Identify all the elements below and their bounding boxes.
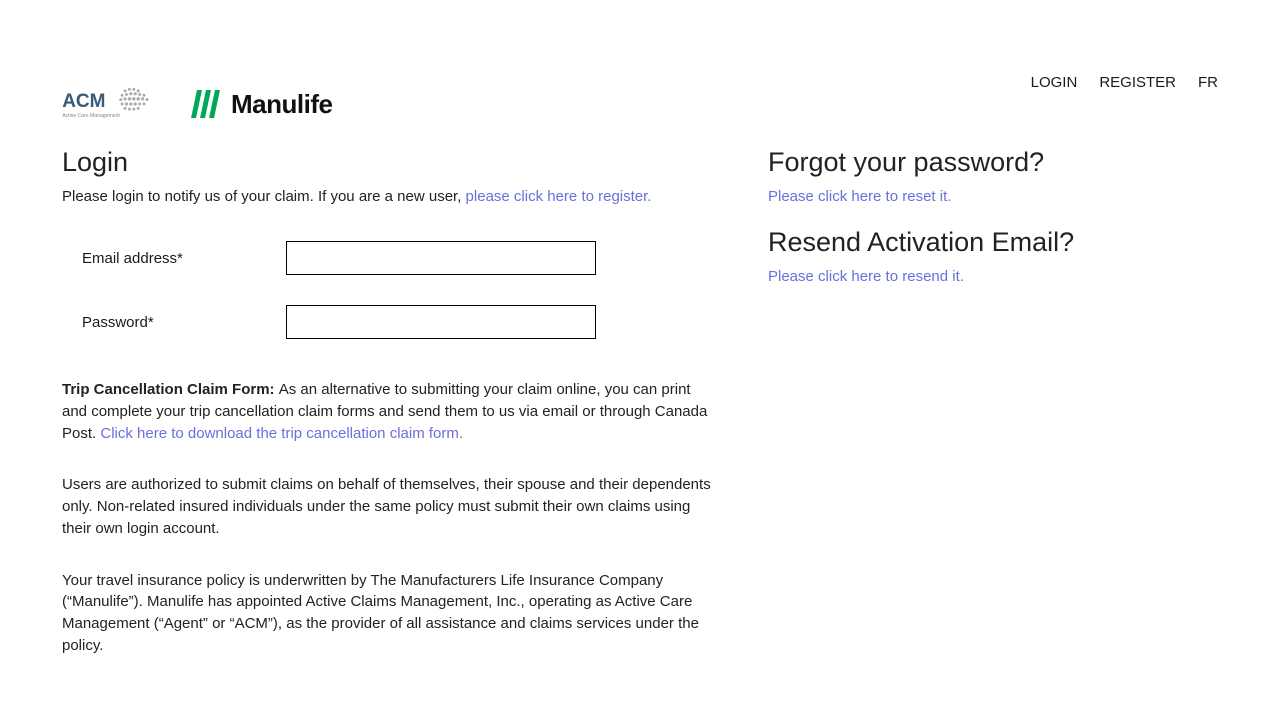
manulife-logo: Manulife — [194, 89, 332, 120]
password-row: Password* — [62, 305, 712, 339]
manulife-wordmark: Manulife — [231, 89, 332, 120]
login-intro-text: Please login to notify us of your claim.… — [62, 188, 466, 205]
svg-text:ACM: ACM — [62, 91, 105, 112]
email-label: Email address* — [62, 250, 286, 267]
trip-cancellation-paragraph: Trip Cancellation Claim Form: As an alte… — [62, 379, 712, 444]
login-heading: Login — [62, 147, 712, 178]
password-input[interactable] — [286, 305, 596, 339]
resend-activation-link[interactable]: Please click here to resend it. — [768, 268, 964, 285]
authorization-paragraph: Users are authorized to submit claims on… — [62, 474, 712, 539]
login-section: Login Please login to notify us of your … — [62, 147, 712, 657]
acm-logo-icon: ACM Active Care Management — [62, 85, 172, 123]
nav-language-link[interactable]: FR — [1198, 74, 1218, 91]
trip-bold: Trip Cancellation Claim Form: — [62, 381, 279, 398]
email-row: Email address* — [62, 241, 712, 275]
login-intro: Please login to notify us of your claim.… — [62, 188, 712, 205]
manulife-bars-icon — [194, 90, 217, 118]
trip-download-link[interactable]: Click here to download the trip cancella… — [100, 425, 463, 442]
forgot-password-link[interactable]: Please click here to reset it. — [768, 188, 951, 205]
register-link[interactable]: please click here to register. — [466, 188, 652, 205]
email-input[interactable] — [286, 241, 596, 275]
policy-paragraph: Your travel insurance policy is underwri… — [62, 570, 712, 657]
password-label: Password* — [62, 314, 286, 331]
top-nav: LOGIN REGISTER FR — [62, 0, 1218, 91]
resend-heading: Resend Activation Email? — [768, 227, 1218, 258]
acm-logo: ACM Active Care Management — [62, 85, 172, 123]
acm-logo-subtext: Active Care Management — [62, 113, 120, 119]
forgot-heading: Forgot your password? — [768, 147, 1218, 178]
side-section: Forgot your password? Please click here … — [768, 147, 1218, 657]
nav-login-link[interactable]: LOGIN — [1031, 74, 1078, 91]
nav-register-link[interactable]: REGISTER — [1099, 74, 1176, 91]
